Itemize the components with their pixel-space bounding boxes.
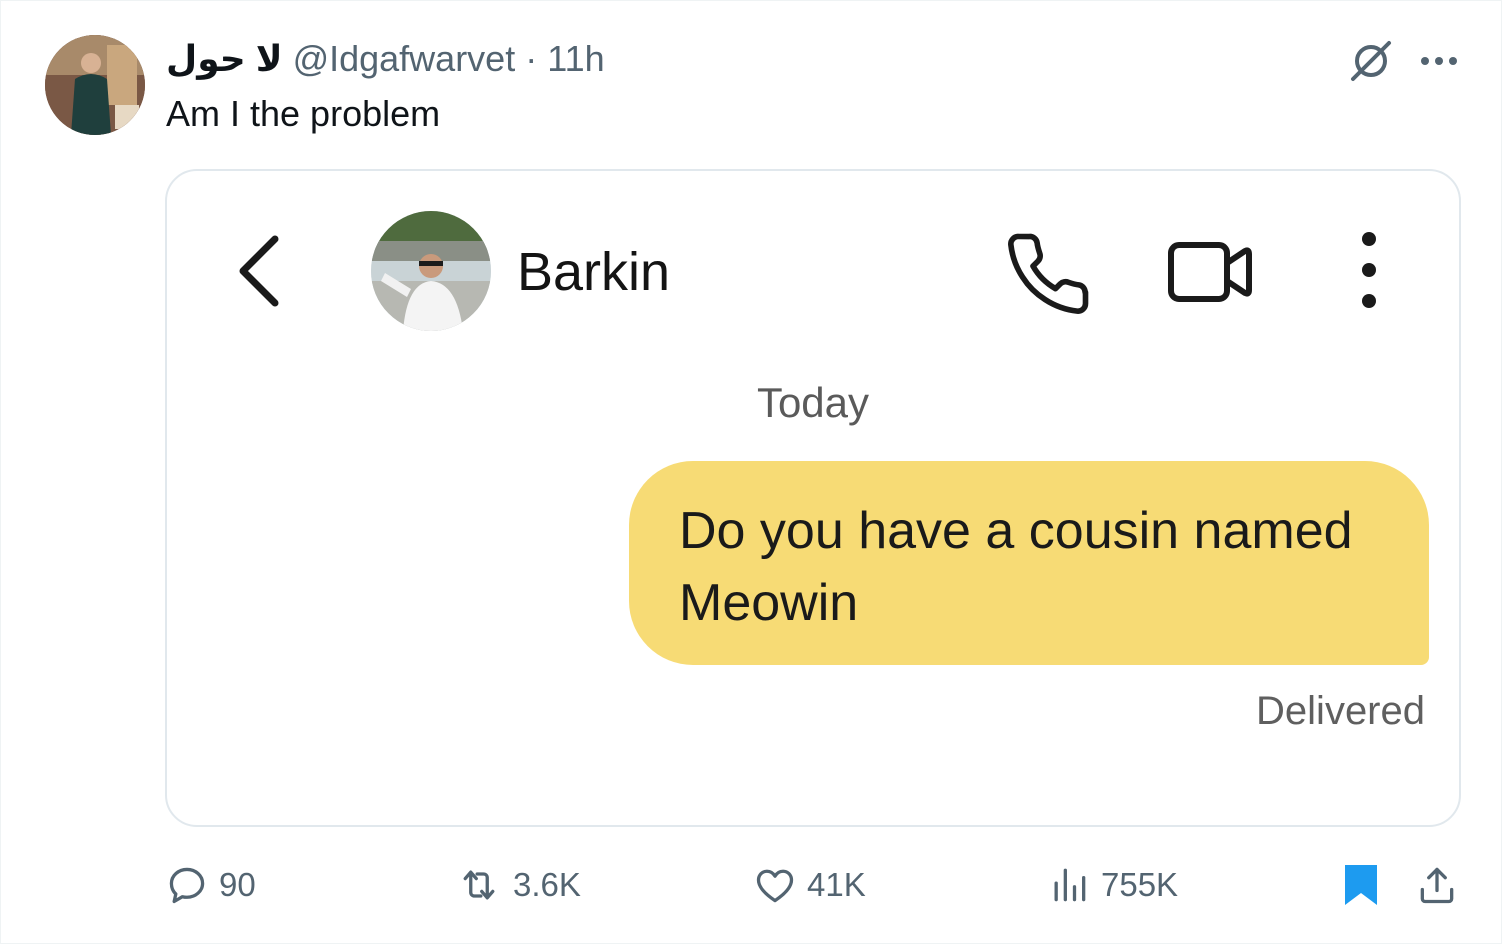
header-separator: · — [525, 38, 538, 79]
grok-button[interactable] — [1347, 39, 1395, 83]
repost-button[interactable]: 3.6K — [455, 857, 581, 913]
video-camera-icon — [1168, 242, 1252, 302]
views-count: 755K — [1101, 866, 1179, 903]
chat-more-button — [1343, 227, 1395, 313]
voice-call-button — [1003, 229, 1093, 319]
phone-icon — [1008, 233, 1089, 314]
tweet-actions-bar: 90 3.6K 41K 755K — [1, 857, 1502, 913]
sent-message-bubble: Do you have a cousin named Meowin — [629, 461, 1429, 665]
share-button[interactable] — [1415, 857, 1469, 913]
like-count: 41K — [807, 866, 866, 903]
tweet-text: Am I the problem — [166, 93, 441, 134]
back-arrow-icon — [239, 235, 279, 307]
tweet-header: لا حول @Idgafwarvet · 11h — [166, 37, 605, 81]
message-line: Do you have a cousin named — [679, 502, 1353, 560]
tweet-time[interactable]: 11h — [547, 38, 604, 80]
repost-icon — [463, 870, 495, 900]
video-call-button — [1165, 237, 1255, 307]
more-icon — [1421, 57, 1457, 65]
like-icon — [756, 869, 794, 903]
views-icon — [1054, 868, 1086, 902]
repost-count: 3.6K — [513, 866, 581, 903]
delivery-status: Delivered — [1256, 689, 1425, 733]
chat-back-button — [231, 231, 291, 311]
message-line: Meowin — [679, 574, 859, 632]
reply-count: 90 — [219, 866, 256, 903]
share-icon — [1420, 867, 1454, 904]
contact-avatar — [371, 211, 491, 331]
tweet[interactable]: لا حول @Idgafwarvet · 11h Am I the probl… — [0, 0, 1502, 944]
like-button[interactable]: 41K — [753, 857, 866, 913]
bookmark-button[interactable] — [1341, 857, 1391, 913]
tweet-media-screenshot[interactable]: Barkin Today Do you have a cousin named … — [165, 169, 1461, 827]
reply-icon — [169, 867, 205, 904]
author-display-name[interactable]: لا حول — [166, 38, 283, 80]
reply-button[interactable]: 90 — [165, 857, 256, 913]
contact-name: Barkin — [517, 242, 671, 302]
chat-date-label: Today — [756, 379, 870, 426]
author-avatar[interactable] — [45, 35, 145, 135]
author-handle[interactable]: @Idgafwarvet — [293, 38, 516, 80]
vertical-dots-icon — [1362, 232, 1376, 308]
bookmark-icon — [1345, 865, 1377, 905]
more-options-button[interactable] — [1413, 39, 1465, 83]
grok-icon — [1351, 41, 1391, 81]
views-button[interactable]: 755K — [1047, 857, 1178, 913]
